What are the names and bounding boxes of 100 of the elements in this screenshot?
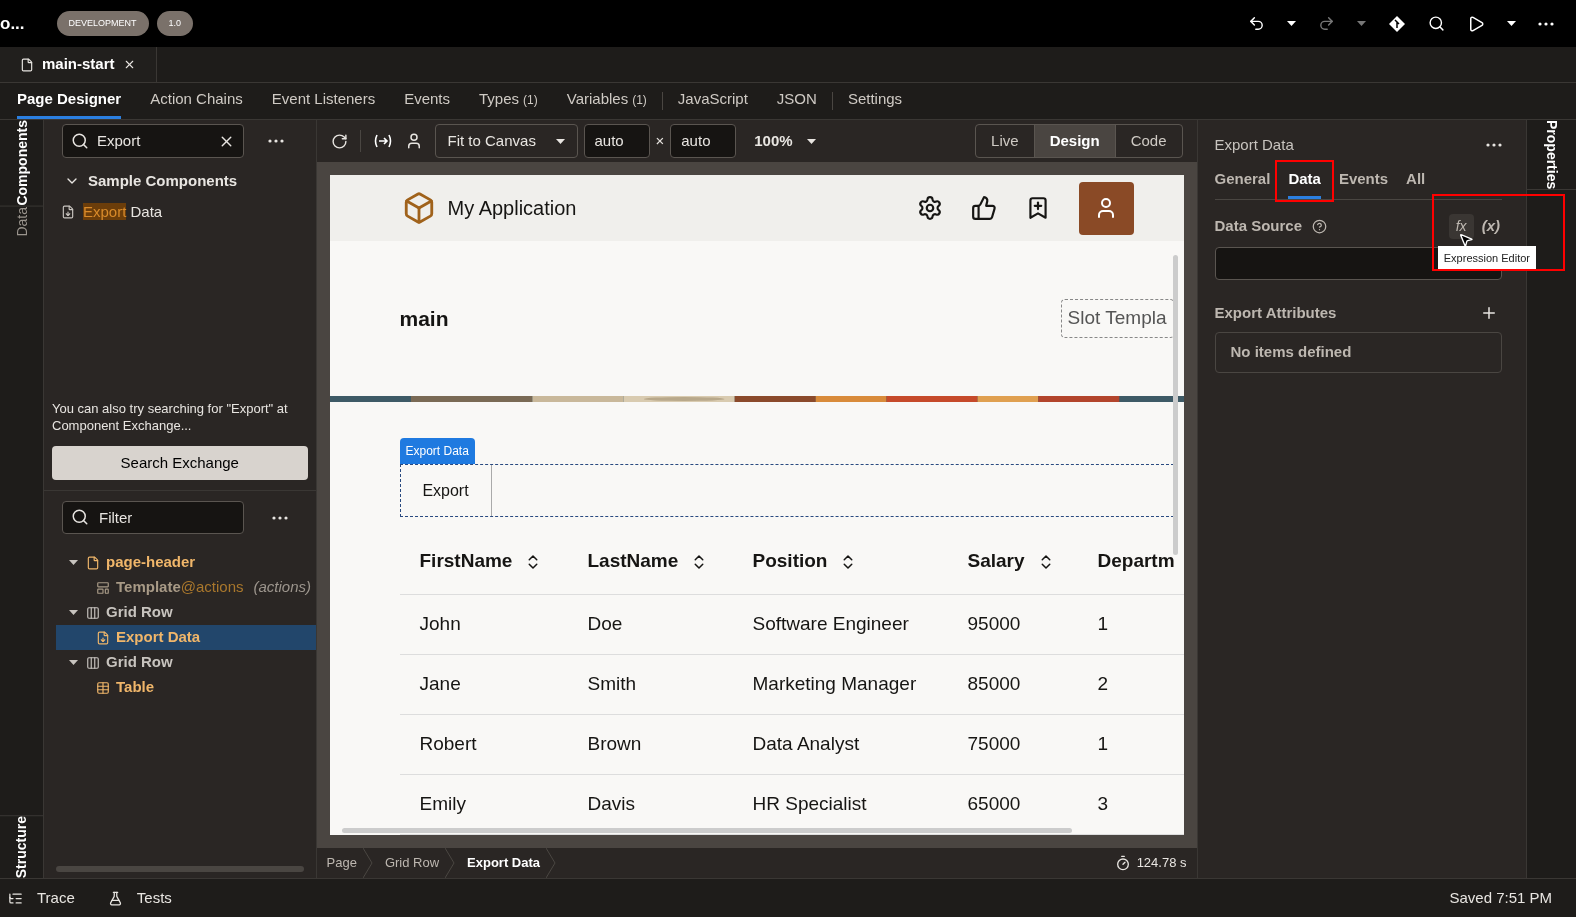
file-icon [20,57,34,72]
zoom-dropdown[interactable]: 100% [754,129,816,153]
table-cell-text: Davis [586,792,637,817]
grid-icon [86,605,100,620]
more-button[interactable] [1538,21,1554,26]
tests-button[interactable]: Tests [107,886,172,910]
nav-tab[interactable]: Action Chains [150,83,243,119]
cursor-icon [1458,231,1474,248]
search-button[interactable] [1428,15,1445,32]
settings-icon[interactable] [916,195,943,221]
width-field[interactable]: auto [583,124,650,158]
nav-tab[interactable]: Events [404,83,451,119]
tree-label: Grid Row [106,652,173,673]
git-icon [1388,14,1406,33]
nav-tab[interactable]: Settings [847,83,903,119]
redo-menu-caret-icon [1357,21,1366,26]
export-icon [61,204,75,219]
nav-tab[interactable]: Types (1) [479,83,538,119]
property-tab[interactable]: General [1214,162,1271,199]
export-icon [96,630,110,645]
nav-tab[interactable]: JSON [776,83,817,119]
attributes-label: Export Attributes [1214,302,1337,323]
column-header[interactable]: Salary [947,547,1078,576]
side-tab[interactable]: Data [0,206,44,237]
height-field[interactable]: auto [670,124,737,158]
table-cell-text: 75000 [966,732,1022,757]
git-button[interactable] [1388,14,1406,33]
nav-tab[interactable]: Variables (1) [566,83,647,119]
help-icon[interactable] [1312,218,1328,234]
property-tab[interactable]: All [1406,162,1426,199]
export-button[interactable]: Export [400,465,492,516]
expand-toggle[interactable] [66,660,80,665]
tree-item[interactable]: Grid Row [56,600,316,625]
search-exchange-button[interactable]: Search Exchange [52,446,308,480]
run-button[interactable] [1467,14,1485,33]
tree-item[interactable]: page-header [56,550,316,575]
tree-label: Table [116,677,155,698]
scrollbar[interactable] [56,866,304,872]
thumbs-up-icon[interactable] [970,195,997,221]
redo-button[interactable] [1318,15,1335,32]
group-header[interactable]: Sample Components [64,170,308,193]
table-cell-text: John [418,612,462,637]
mode-tab[interactable]: Code [1114,125,1182,157]
more-button[interactable] [272,515,288,520]
table-cell-text: Jane [418,672,462,697]
caret-icon [68,660,78,665]
expand-toggle[interactable] [66,560,80,565]
expression-editor-button[interactable]: fx [1448,213,1474,239]
caret-icon [68,610,78,615]
breadcrumb-item[interactable]: Page [326,853,357,873]
refresh-button[interactable] [330,132,348,150]
table-icon [96,680,110,695]
table-cell-text: 2 [1096,672,1110,697]
table-cell-text: 3 [1096,792,1110,817]
tree-item[interactable]: Table [56,675,316,700]
variable-picker-button[interactable]: (x) [1481,214,1500,238]
exchange-hint: You can also try searching for "Export" at Component Exchange... [52,400,289,434]
search-icon [71,508,89,526]
tree-item[interactable]: Grid Row [56,650,316,675]
slot-note: (actions) [253,577,312,598]
nav-tab[interactable]: Event Listeners [271,83,376,119]
search-field[interactable]: Export [62,124,244,158]
property-tab[interactable]: Events [1338,162,1389,199]
trace-icon [8,890,23,906]
filter-field[interactable]: Filter [62,501,244,534]
table-cell-text: Data Analyst [751,732,861,757]
app-title: o... [0,12,25,35]
column-header[interactable]: LastName [567,547,733,576]
scrollbar[interactable] [341,828,1072,833]
tree-item[interactable]: Export Data [56,625,316,650]
nav-tab[interactable]: JavaScript [677,83,748,119]
property-tab[interactable]: Data [1288,162,1321,199]
expand-toggle[interactable] [66,610,80,615]
caret-icon [68,560,78,565]
tree-item[interactable]: Template@actions (actions) [56,575,316,600]
trace-button[interactable]: Trace [8,886,75,910]
table-cell-text: Robert [418,732,478,757]
more-button[interactable] [268,139,284,143]
mode-tab[interactable]: Live [976,125,1034,157]
breadcrumb-item[interactable]: Export Data [467,853,541,873]
undo-icon [1248,15,1265,32]
mode-tab[interactable]: Design [1033,125,1115,157]
side-tab[interactable]: Properties [1527,120,1576,191]
avatar-button[interactable] [1078,181,1134,235]
search-icon [71,132,89,150]
column-header[interactable]: Departm [1077,547,1184,576]
breadcrumb-item[interactable]: Grid Row [384,853,440,873]
more-button[interactable] [1486,143,1502,148]
redo-icon [1318,15,1335,32]
timer-reading: 124.78 s [1136,854,1187,873]
table-cell-text: Brown [586,732,643,757]
undo-button[interactable] [1248,15,1265,32]
table-cell-text: Marketing Manager [751,672,918,697]
column-header[interactable]: Position [732,547,948,576]
table-cell-text: 65000 [966,792,1022,817]
table-cell-text: 1 [1096,612,1110,637]
bind-icon[interactable] [372,133,393,149]
scrollbar[interactable] [1172,255,1178,555]
column-header[interactable]: FirstName [399,547,568,576]
fit-dropdown[interactable]: Fit to Canvas [434,124,578,158]
